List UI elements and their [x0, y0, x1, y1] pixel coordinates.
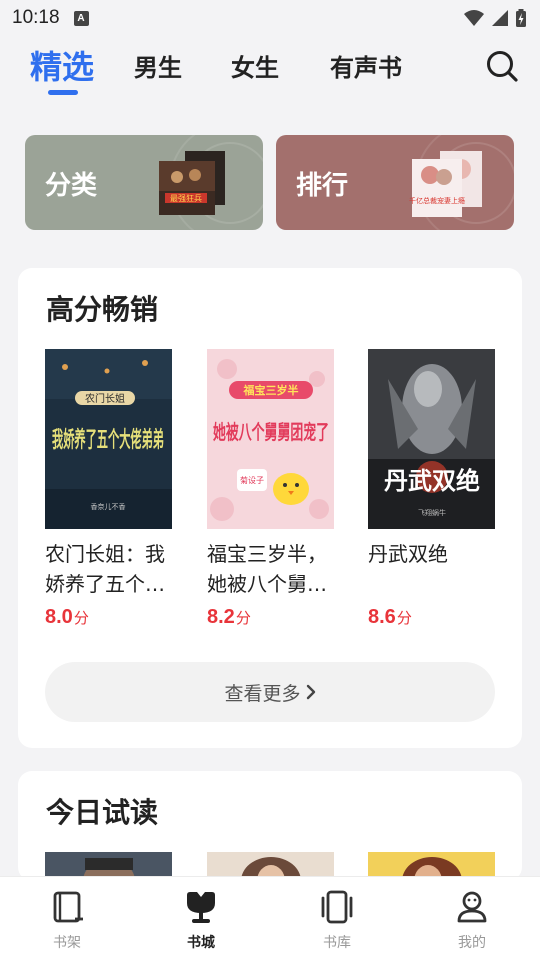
cover-author: 菊设子 [240, 475, 264, 485]
ranking-label: 排行 [296, 171, 349, 201]
nav-label: 书架 [53, 935, 81, 951]
cover-text: 最强狂兵 [170, 193, 202, 203]
book-score: 8.2分 [207, 606, 334, 629]
book-score: 8.0分 [45, 606, 172, 629]
book-title[interactable]: 农门长姐：我娇养了五个… [45, 539, 172, 599]
score-value: 8.0 [45, 606, 73, 628]
nav-profile[interactable]: 我的 [432, 889, 512, 952]
book-title[interactable]: 福宝三岁半，她被八个舅… [207, 539, 334, 599]
cover-title: 丹武双绝 [384, 466, 480, 495]
book-cover[interactable]: 农门长姐 我娇养了五个大佬弟弟 香奈儿不香 [45, 349, 172, 529]
status-bar: 10:18 A [0, 0, 540, 36]
category-label: 分类 [45, 171, 98, 201]
nav-label: 书库 [323, 935, 351, 951]
cover-author: 香奈儿不香 [91, 502, 126, 511]
view-more-label: 查看更多 [224, 682, 301, 705]
cover-title: 她被八个舅舅团宠了 [213, 420, 329, 444]
book-card[interactable]: 丹武双绝 飞翔蜗牛 丹武双绝 8.6分 [368, 349, 495, 629]
section-title: 高分畅销 [46, 293, 159, 326]
score-unit: 分 [396, 609, 412, 627]
tab-female[interactable]: 女生 [231, 48, 279, 83]
tab-audiobook[interactable]: 有声书 [330, 48, 402, 83]
score-value: 8.2 [207, 606, 235, 628]
chevron-right-icon [306, 684, 316, 700]
nav-label: 书城 [187, 935, 215, 951]
cover-tag: 农门长姐 [85, 392, 125, 405]
bottom-nav: 书架 书城 书库 我的 [0, 876, 540, 960]
tab-featured[interactable]: 精选 [30, 42, 94, 88]
search-icon[interactable] [484, 48, 520, 84]
category-books-thumbnail: 最强狂兵 [159, 151, 225, 215]
cover-title: 我娇养了五个大佬弟弟 [52, 427, 164, 453]
score-unit: 分 [73, 609, 89, 627]
ranking-books-thumbnail: 千亿总裁宠妻上瘾 [409, 151, 482, 217]
book-cover[interactable]: 福宝三岁半 她被八个舅舅团宠了 菊设子 [207, 349, 334, 529]
nav-label: 我的 [458, 935, 486, 951]
battery-icon [516, 9, 526, 27]
status-time: 10:18 [12, 7, 60, 28]
profile-icon [457, 891, 487, 923]
book-title[interactable]: 丹武双绝 [368, 539, 495, 599]
book-score: 8.6分 [368, 606, 495, 629]
cover-author: 飞翔蜗牛 [418, 508, 446, 517]
score-unit: 分 [235, 609, 251, 627]
daily-trial-section: 今日试读 [18, 771, 522, 881]
section-title: 今日试读 [46, 796, 159, 829]
ranking-card[interactable]: 排行 千亿总裁宠妻上瘾 [276, 135, 514, 230]
nav-bookshelf[interactable]: 书架 [27, 889, 107, 952]
book-card[interactable]: 农门长姐 我娇养了五个大佬弟弟 香奈儿不香 农门长姐：我娇养了五个… 8.0分 [45, 349, 172, 629]
active-tab-indicator [48, 90, 78, 95]
nav-bookstore[interactable]: 书城 [161, 889, 241, 952]
view-more-button[interactable]: 查看更多 [45, 662, 495, 722]
library-icon [321, 890, 353, 924]
category-card[interactable]: 分类 最强狂兵 [25, 135, 263, 230]
score-value: 8.6 [368, 606, 396, 628]
nav-library[interactable]: 书库 [297, 889, 377, 952]
tab-male[interactable]: 男生 [134, 48, 182, 83]
status-icons [464, 9, 526, 27]
bookstore-icon [187, 892, 215, 923]
high-score-section: 高分畅销 农门长姐 我娇养了五个大佬弟弟 香奈儿不香 农门长姐：我娇养了五个… … [18, 268, 522, 748]
cover-tag: 福宝三岁半 [243, 383, 299, 397]
bookshelf-icon [53, 891, 83, 923]
book-cover[interactable]: 丹武双绝 飞翔蜗牛 [368, 349, 495, 529]
wifi-icon [464, 10, 484, 26]
signal-icon [492, 10, 508, 26]
cover-text: 千亿总裁宠妻上瘾 [409, 196, 465, 205]
notification-a-icon: A [73, 10, 89, 26]
top-tab-bar: 精选 男生 女生 有声书 [0, 36, 540, 108]
book-card[interactable]: 福宝三岁半 她被八个舅舅团宠了 菊设子 福宝三岁半，她被八个舅… 8.2分 [207, 349, 334, 629]
